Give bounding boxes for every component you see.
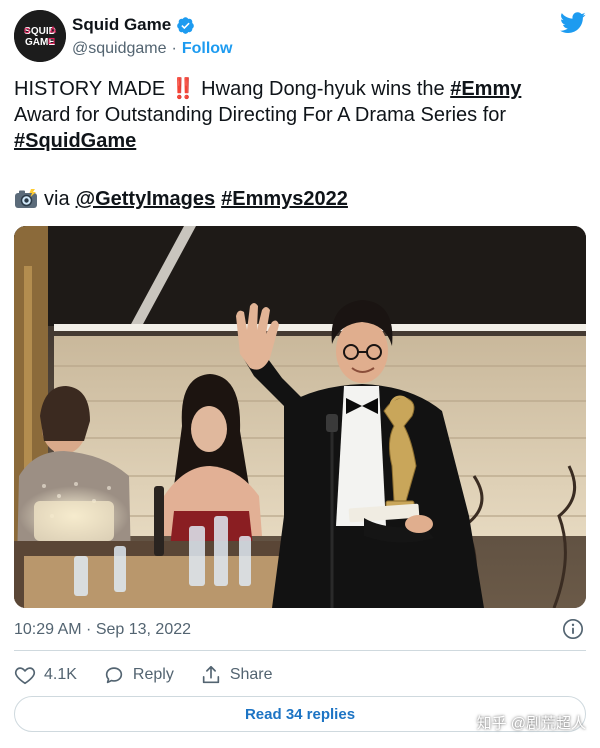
- reply-bubble-icon: [105, 667, 123, 684]
- credit-via: via: [44, 188, 70, 210]
- hashtag-emmys2022-link[interactable]: #Emmys2022: [221, 186, 348, 212]
- follow-button[interactable]: Follow: [182, 40, 233, 58]
- share-button[interactable]: Share: [200, 664, 273, 686]
- handle[interactable]: @squidgame: [72, 40, 167, 58]
- zhihu-watermark: 知乎 @剧荒超人: [476, 715, 586, 732]
- mention-gettyimages-link[interactable]: @GettyImages: [76, 186, 216, 212]
- hashtag-emmy-link[interactable]: #Emmy: [450, 78, 521, 100]
- tweet-text: HISTORY MADE ‼️ Hwang Dong-hyuk wins the…: [14, 76, 586, 154]
- like-count: 4.1K: [44, 666, 77, 683]
- tweet-photo[interactable]: [14, 226, 586, 608]
- double-exclamation-emoji: ‼️: [170, 78, 196, 100]
- avatar[interactable]: SQUID GAME: [14, 10, 66, 62]
- tweet-line-3: #SquidGame: [14, 128, 586, 154]
- tweet-line-2: Award for Outstanding Directing For A Dr…: [14, 104, 507, 126]
- squid-game-logo: SQUID GAME: [14, 10, 66, 62]
- tweet-text-history-made: HISTORY MADE: [14, 78, 171, 100]
- hashtag-squidgame-link[interactable]: #SquidGame: [14, 130, 136, 152]
- emmy-winner-photo: [14, 226, 586, 608]
- heart-icon: [14, 667, 36, 685]
- divider: [14, 650, 586, 651]
- verified-badge-icon: [177, 16, 194, 34]
- share-icon: [202, 665, 219, 684]
- twitter-bird-icon[interactable]: [560, 12, 586, 34]
- tweet-actions: 4.1K Reply Share: [14, 662, 299, 688]
- reply-button[interactable]: Reply: [103, 664, 174, 686]
- tweet-line-1: HISTORY MADE ‼️ Hwang Dong-hyuk wins the…: [14, 76, 586, 102]
- photo-credit-line: via @GettyImages #Emmys2022: [14, 186, 348, 212]
- like-button[interactable]: 4.1K: [14, 664, 77, 686]
- camera-flash-icon: [15, 189, 37, 208]
- name-row: Squid Game: [72, 15, 195, 35]
- separator-dot: ·: [171, 40, 177, 57]
- share-label: Share: [229, 666, 273, 683]
- tweet-timestamp[interactable]: 10:29 AM · Sep 13, 2022: [14, 621, 191, 639]
- display-name[interactable]: Squid Game: [72, 15, 171, 35]
- tweet-card: SQUID GAME Squid Game @squidgame · Follo…: [0, 0, 600, 748]
- handle-row: @squidgame · Follow: [72, 40, 233, 58]
- reply-label: Reply: [132, 666, 174, 683]
- tweet-text-winner: Hwang Dong-hyuk wins the: [195, 78, 451, 100]
- info-icon[interactable]: [562, 618, 584, 640]
